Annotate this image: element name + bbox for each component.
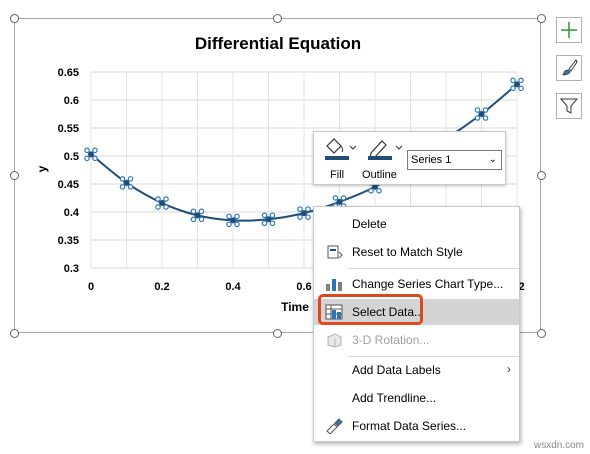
y-tick-label: 0.55 (58, 123, 79, 135)
y-tick-label: 0.4 (64, 207, 80, 219)
outline-label: Outline (362, 169, 397, 181)
fill-label: Fill (330, 169, 345, 181)
highlight-box (318, 294, 423, 325)
chart-title[interactable]: Differential Equation (195, 34, 361, 53)
series-select-dropdown[interactable]: Series 1 ⌄ (407, 150, 502, 170)
y-tick-label: 0.45 (58, 179, 79, 191)
watermark: wsxdn.com (533, 440, 584, 451)
3d-rotation-icon (327, 333, 342, 348)
menu-item-format-data-series[interactable]: Format Data Series... (314, 413, 519, 439)
fill-button[interactable]: Fill (321, 136, 357, 182)
resize-handle-bottom-left[interactable] (10, 329, 19, 338)
resize-handle-bottom-right[interactable] (537, 329, 546, 338)
resize-handle-top-left[interactable] (10, 14, 19, 23)
menu-item-label: Format Data Series... (352, 419, 467, 433)
pen-outline-icon (368, 140, 403, 160)
format-mini-toolbar: Fill Outline Series 1 ⌄ (313, 131, 506, 185)
chart-elements-button[interactable] (556, 17, 582, 43)
y-tick-label: 0.35 (58, 235, 79, 247)
y-tick-label: 0.6 (64, 95, 79, 107)
menu-separator (348, 268, 519, 269)
menu-item-label: Change Series Chart Type... (352, 277, 504, 291)
y-tick-label: 0.3 (64, 263, 79, 275)
paint-bucket-icon (325, 138, 357, 160)
menu-item-add-data-labels[interactable]: Add Data Labels › (314, 357, 519, 383)
format-series-icon (326, 418, 343, 434)
menu-item-label: Delete (352, 217, 387, 231)
y-axis-label[interactable]: y (35, 165, 49, 172)
series-select-value: Series 1 (411, 154, 452, 166)
chart-styles-icon (562, 59, 578, 76)
y-tick-label: 0.5 (64, 151, 79, 163)
x-tick-label: 0.6 (296, 281, 311, 293)
y-tick-label: 0.65 (58, 67, 79, 79)
x-axis-label[interactable]: Time (281, 300, 309, 314)
resize-handle-middle-left[interactable] (10, 171, 19, 180)
x-tick-label: 0.2 (154, 281, 169, 293)
y-axis-ticks: 0.3 0.35 0.4 0.45 0.5 0.55 0.6 0.65 (58, 67, 80, 275)
chevron-down-icon: ⌄ (488, 154, 497, 165)
menu-item-add-trendline[interactable]: Add Trendline... (314, 385, 519, 411)
outline-button[interactable]: Outline (362, 136, 404, 182)
chart-filters-icon (560, 98, 578, 114)
resize-handle-top-right[interactable] (537, 14, 546, 23)
menu-item-label: Add Data Labels (352, 363, 441, 377)
reset-style-icon (327, 245, 343, 259)
menu-item-reset-to-match-style[interactable]: Reset to Match Style (314, 239, 519, 265)
chart-filters-button[interactable] (556, 93, 582, 119)
resize-handle-bottom-middle[interactable] (273, 329, 282, 338)
menu-item-label: Reset to Match Style (352, 245, 463, 259)
x-tick-label: 0.4 (225, 281, 241, 293)
chart-type-icon (326, 279, 342, 291)
chart-elements-icon (561, 22, 577, 38)
menu-item-label: 3-D Rotation... (352, 333, 430, 347)
menu-item-delete[interactable]: Delete (314, 211, 519, 237)
chevron-right-icon: › (507, 362, 511, 376)
resize-handle-top-middle[interactable] (273, 14, 282, 23)
x-tick-label: 0 (88, 281, 94, 293)
resize-handle-middle-right[interactable] (537, 171, 546, 180)
chart-styles-button[interactable] (556, 55, 582, 81)
menu-item-3d-rotation[interactable]: 3-D Rotation... (314, 327, 519, 353)
menu-item-label: Add Trendline... (352, 391, 437, 405)
